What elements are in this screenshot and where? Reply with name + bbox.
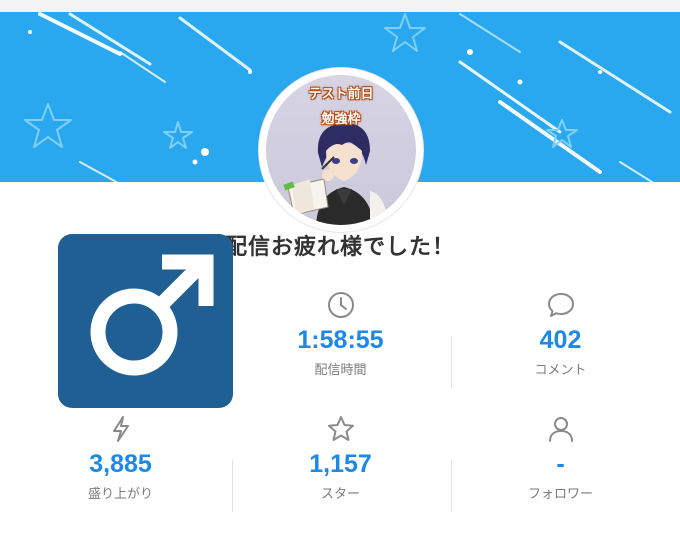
stat-duration-label: 配信時間 [314,363,367,378]
stat-duration-value: 1:58:55 [297,326,384,354]
stat-divider [451,336,452,388]
stat-excitement-label: 盛り上がり [87,487,153,502]
star-icon [327,416,354,441]
stat-divider [232,460,233,512]
stat-followers-label: フォロワー [527,487,593,502]
stat-followers-value: - [556,450,565,478]
stat-duration: 1:58:55 配信時間 [227,290,454,378]
stat-excitement: 3,885 盛り上がり [7,414,234,502]
male-symbol-icon [90,254,214,376]
stat-stars-value: 1,157 [309,450,372,478]
avatar-image: テスト前日 勉強枠 [266,75,416,225]
male-symbol-badge [58,234,233,408]
stat-excitement-value: 3,885 [89,450,152,478]
clock-icon [327,292,354,318]
streamer-avatar[interactable]: テスト前日 勉強枠 [259,68,423,232]
avatar-caption-line1: テスト前日 [308,87,374,102]
lightning-icon [112,416,129,442]
avatar-caption-line2: 勉強枠 [321,112,361,127]
comment-icon [547,293,574,317]
person-icon [548,417,573,442]
stat-followers: - フォロワー [447,414,674,502]
stat-comments: 402 コメント [447,290,674,378]
stat-divider [451,460,452,512]
stat-stars: 1,157 スター [227,414,454,502]
stat-stars-label: スター [320,487,360,502]
stat-comments-label: コメント [534,363,587,378]
stat-comments-value: 402 [539,326,582,354]
